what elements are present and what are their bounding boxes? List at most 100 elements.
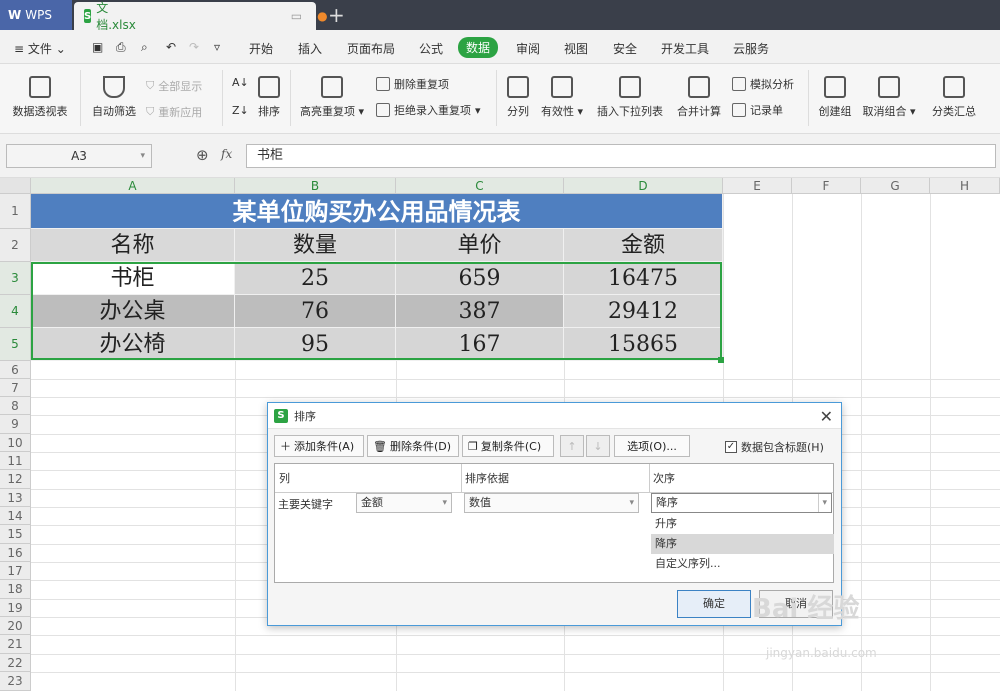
menu-review[interactable]: 审阅 [516,40,540,57]
row-header-3[interactable]: 3 [0,262,31,295]
column-header-h[interactable]: H [930,178,1000,194]
menu-cloud[interactable]: 云服务 [733,40,769,57]
row-header-21[interactable]: 21 [0,635,31,654]
zoom-lookup-icon[interactable]: ⊕ [196,146,209,164]
header-cell-amount[interactable]: 金额 [564,229,723,262]
ok-button[interactable]: 确定 [677,590,751,618]
reapply-button[interactable]: ⛉ 重新应用 [146,104,202,120]
monitor-icon[interactable]: ▭ [291,9,302,23]
reject-duplicates-button[interactable]: 拒绝录入重复项 ▾ [376,102,481,118]
row-header-15[interactable]: 15 [0,525,31,544]
column-header-g[interactable]: G [861,178,930,194]
name-box[interactable]: A3 ▾ [6,144,152,168]
save-icon[interactable]: ▣ [92,40,103,54]
subtotal-button[interactable]: 分类汇总 [926,76,982,119]
row-header-6[interactable]: 6 [0,361,31,379]
sort-descending-icon[interactable]: Z↓ [232,104,249,117]
menu-page-layout[interactable]: 页面布局 [347,40,395,57]
row-header-10[interactable]: 10 [0,434,31,452]
row-header-19[interactable]: 19 [0,599,31,617]
header-cell-quantity[interactable]: 数量 [235,229,396,262]
row-header-2[interactable]: 2 [0,229,31,262]
order-option-ascending[interactable]: 升序 [651,514,834,534]
header-cell-price[interactable]: 单价 [396,229,564,262]
redo-icon[interactable]: ↷ [189,40,199,54]
row-header-1[interactable]: 1 [0,194,31,229]
row-header-5[interactable]: 5 [0,328,31,361]
row-header-8[interactable]: 8 [0,397,31,415]
fill-handle[interactable] [718,357,724,363]
what-if-analysis-button[interactable]: 模拟分析 [732,76,794,92]
ungroup-button[interactable]: 取消组合 ▾ [860,76,918,119]
menu-formula[interactable]: 公式 [419,40,443,57]
sort-order-select[interactable]: 降序 ▾ [651,493,832,513]
remove-duplicates-button[interactable]: 删除重复项 [376,76,449,92]
row-header-16[interactable]: 16 [0,544,31,562]
row-header-20[interactable]: 20 [0,617,31,635]
delete-condition-button[interactable]: 🗑 删除条件(D) [367,435,459,457]
sort-basis-select[interactable]: 数值 ▾ [464,493,639,513]
order-option-descending[interactable]: 降序 [651,534,834,554]
menu-security[interactable]: 安全 [613,40,637,57]
has-header-checkbox[interactable]: ✓ 数据包含标题(H) [725,439,824,455]
column-header-b[interactable]: B [235,178,396,194]
row-header-17[interactable]: 17 [0,562,31,580]
copy-condition-button[interactable]: ❐ 复制条件(C) [462,435,554,457]
highlight-duplicates-button[interactable]: 高亮重复项 ▾ [296,76,368,119]
undo-icon[interactable]: ↶ [166,40,176,54]
menu-start[interactable]: 开始 [249,40,273,57]
validity-icon [551,76,573,98]
row-header-14[interactable]: 14 [0,507,31,525]
add-condition-button[interactable]: ＋添加条件(A) [274,435,364,457]
new-tab-button[interactable]: + [328,3,345,27]
autofilter-button[interactable]: 自动筛选 [88,76,140,119]
sort-column-select[interactable]: 金额 ▾ [356,493,452,513]
validity-button[interactable]: 有效性 ▾ [538,76,586,119]
menu-data[interactable]: 数据 [458,37,499,58]
move-down-button[interactable]: ↓ [586,435,610,457]
ungroup-icon [878,76,900,98]
column-header-f[interactable]: F [792,178,861,194]
row-header-7[interactable]: 7 [0,379,31,397]
row-header-12[interactable]: 12 [0,470,31,489]
column-header-d[interactable]: D [564,178,723,194]
column-header-c[interactable]: C [396,178,564,194]
select-all-corner[interactable] [0,178,31,194]
formula-input[interactable]: 书柜 [246,144,996,168]
column-header-e[interactable]: E [723,178,792,194]
column-header-a[interactable]: A [31,178,235,194]
document-tab[interactable]: S 文档.xlsx ▭ ● [74,1,328,32]
menu-view[interactable]: 视图 [564,40,588,57]
show-all-button[interactable]: ⛉ 全部显示 [146,78,202,94]
record-form-button[interactable]: 记录单 [732,102,783,118]
wps-home-tab[interactable]: W WPS [0,0,72,30]
close-icon[interactable]: ✕ [820,407,833,426]
row-header-9[interactable]: 9 [0,415,31,434]
insert-dropdown-list-button[interactable]: 插入下拉列表 [592,76,668,119]
menu-insert[interactable]: 插入 [298,40,322,57]
order-option-custom[interactable]: 自定义序列... [651,554,834,574]
fx-icon[interactable]: fx [221,147,232,161]
text-to-columns-button[interactable]: 分列 [502,76,534,119]
print-icon[interactable]: ⎙ [116,40,126,55]
sort-button[interactable]: 排序 [254,76,284,119]
preview-icon[interactable]: ⌕ [141,40,148,55]
sort-basis-header: 排序依据 [465,472,509,485]
menu-developer[interactable]: 开发工具 [661,40,709,57]
row-header-23[interactable]: 23 [0,672,31,691]
row-header-22[interactable]: 22 [0,654,31,672]
create-group-button[interactable]: 创建组 [814,76,856,119]
row-header-4[interactable]: 4 [0,295,31,328]
table-title-cell[interactable]: 某单位购买办公用品情况表 [31,194,723,229]
consolidate-button[interactable]: 合并计算 [674,76,724,119]
row-header-11[interactable]: 11 [0,452,31,470]
sort-ascending-icon[interactable]: A↓ [232,76,249,89]
move-up-button[interactable]: ↑ [560,435,584,457]
pivot-table-button[interactable]: 数据透视表 [8,76,72,119]
file-menu[interactable]: ≡ 文件 ⌄ [14,40,66,57]
header-cell-name[interactable]: 名称 [31,229,235,262]
row-header-18[interactable]: 18 [0,580,31,599]
row-header-13[interactable]: 13 [0,489,31,507]
options-button[interactable]: 选项(O)... [614,435,690,457]
quick-access-more-icon[interactable]: ▿ [214,40,220,54]
